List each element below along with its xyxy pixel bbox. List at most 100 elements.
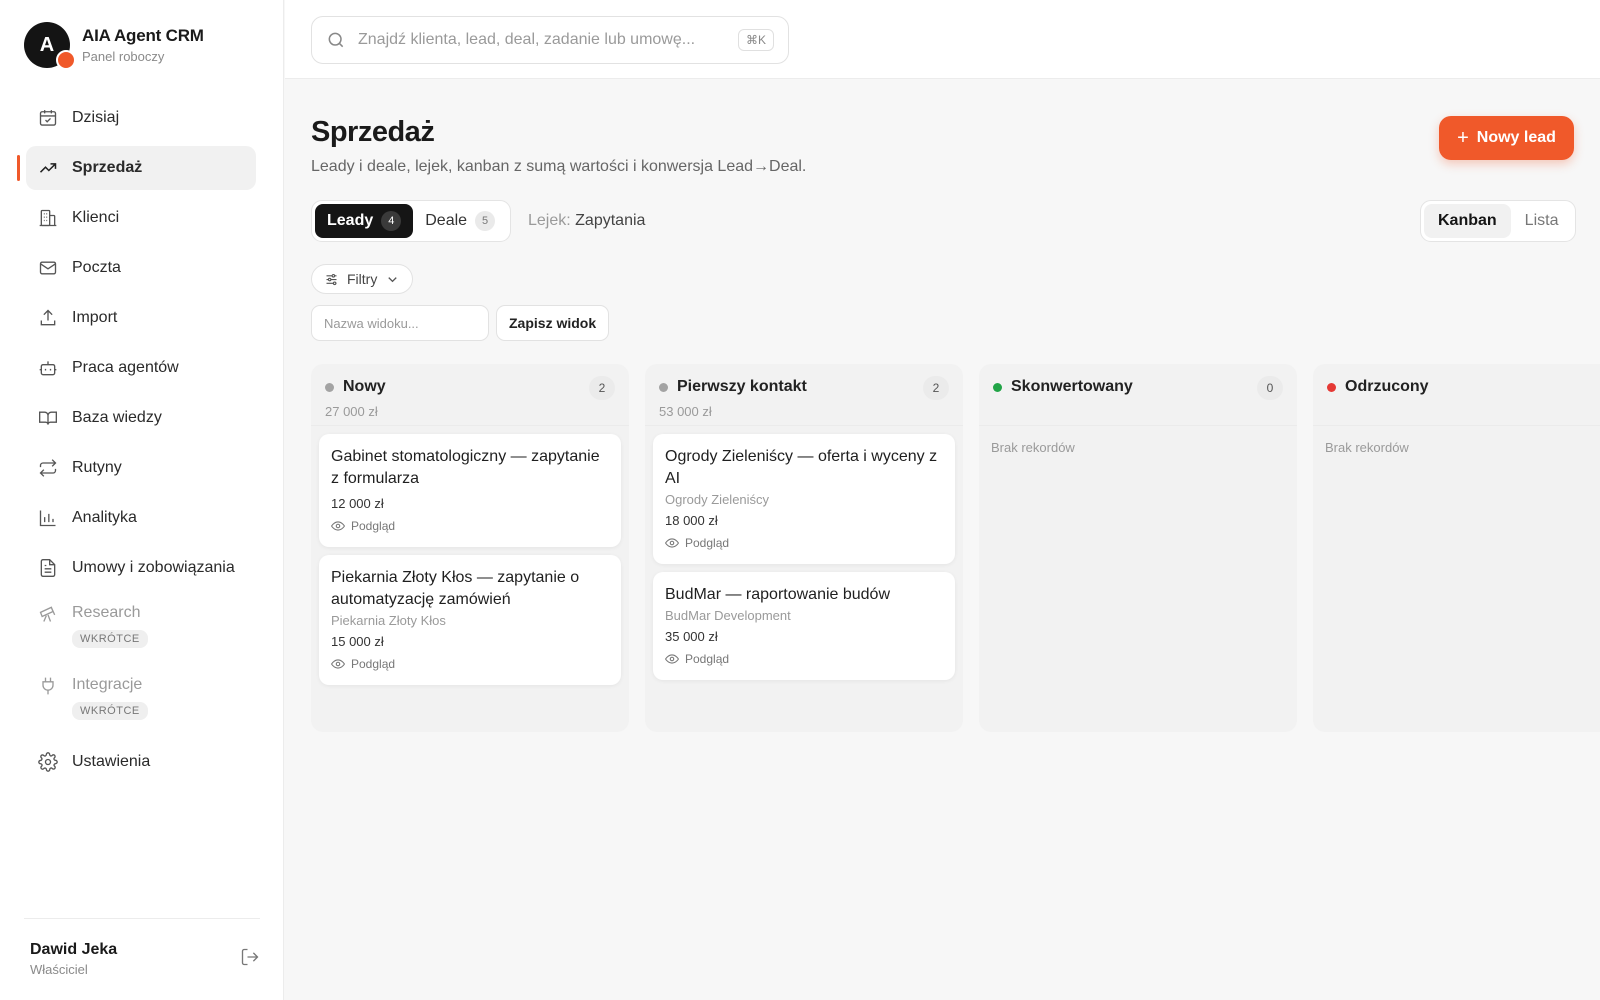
column-header: Skonwertowany 0: [979, 364, 1297, 426]
empty-state: Brak rekordów: [1325, 440, 1409, 455]
sidebar-item-label: Poczta: [72, 259, 121, 276]
lead-card[interactable]: Gabinet stomatologiczny — zapytanie z fo…: [319, 434, 621, 547]
preview-link[interactable]: Podgląd: [331, 519, 609, 533]
sidebar-item-sprzedaz[interactable]: Sprzedaż: [17, 146, 256, 190]
sidebar-item-label: Klienci: [72, 209, 120, 226]
brand-status-dot: [56, 50, 76, 70]
sidebar-item-integracje: Integracje WKRÓTCE: [26, 668, 256, 734]
funnel-selector[interactable]: Lejek: Zapytania: [528, 212, 645, 230]
view-list-button[interactable]: Lista: [1511, 204, 1573, 238]
sidebar-item-label: Integracje: [72, 676, 143, 693]
column-header: Pierwszy kontakt 2 53 000 zł: [645, 364, 963, 426]
book-icon: [39, 411, 57, 425]
preview-link[interactable]: Podgląd: [665, 536, 943, 550]
search-shortcut: ⌘K: [737, 29, 774, 51]
column-count: 2: [589, 376, 615, 400]
coming-soon-badge: WKRÓTCE: [72, 702, 148, 720]
card-value: 15 000 zł: [331, 634, 384, 649]
sidebar-item-baza-wiedzy[interactable]: Baza wiedzy: [26, 396, 256, 440]
page-title: Sprzedaż: [311, 116, 435, 148]
brand-avatar: A: [24, 22, 76, 70]
preview-link[interactable]: Podgląd: [665, 652, 943, 666]
brand-subtitle: Panel roboczy: [82, 49, 165, 64]
sidebar-item-analityka[interactable]: Analityka: [26, 496, 256, 540]
sidebar-item-research: Research WKRÓTCE: [26, 596, 256, 662]
calendar-icon: [39, 110, 57, 126]
tab-count: 4: [381, 211, 402, 231]
new-lead-button[interactable]: + Nowy lead: [1439, 116, 1574, 160]
sidebar-nav: Dzisiaj Sprzedaż Klienci Poczta Import P…: [17, 96, 256, 790]
tab-deale[interactable]: Deale 5: [413, 204, 507, 238]
view-kanban-button[interactable]: Kanban: [1424, 204, 1511, 238]
telescope-icon: [39, 606, 56, 622]
sidebar-item-import[interactable]: Import: [26, 296, 256, 340]
repeat-icon: [39, 459, 57, 477]
save-view-button[interactable]: Zapisz widok: [496, 305, 610, 341]
sidebar-item-label: Dzisiaj: [72, 109, 120, 126]
page-subtitle: Leady i deale, lejek, kanban z sumą wart…: [311, 158, 807, 175]
global-search[interactable]: ⌘K: [311, 16, 789, 64]
card-title: Piekarnia Złoty Kłos — zapytanie o autom…: [331, 569, 580, 608]
sidebar-item-rutyny[interactable]: Rutyny: [26, 446, 256, 490]
user-name: Dawid Jeka: [30, 941, 118, 958]
lead-card[interactable]: BudMar — raportowanie budów BudMar Devel…: [653, 572, 955, 680]
sidebar-item-label: Import: [72, 309, 118, 326]
eye-icon: [331, 659, 345, 669]
user-box: Dawid Jeka Właściciel: [24, 918, 260, 977]
column-count: 2: [923, 376, 949, 400]
card-value: 12 000 zł: [331, 496, 384, 511]
coming-soon-badge: WKRÓTCE: [72, 630, 148, 648]
card-company: BudMar Development: [665, 608, 791, 623]
user-role: Właściciel: [30, 962, 88, 977]
column-sum: 53 000 zł: [659, 404, 712, 419]
sidebar-item-klienci[interactable]: Klienci: [26, 196, 256, 240]
card-title: Ogrody Zieleniścy — oferta i wyceny z AI: [665, 448, 938, 487]
view-name-input[interactable]: [311, 305, 489, 341]
status-dot: [325, 382, 334, 392]
column-title: Pierwszy kontakt: [677, 378, 807, 395]
tab-leady[interactable]: Leady 4: [315, 204, 414, 238]
sidebar-item-umowy[interactable]: Umowy i zobowiązania: [26, 546, 256, 590]
sidebar-item-praca-agentow[interactable]: Praca agentów: [26, 346, 256, 390]
plug-icon: [42, 677, 54, 695]
status-dot: [993, 382, 1002, 392]
funnel-label: Lejek:: [528, 212, 571, 229]
sidebar-item-label: Analityka: [72, 509, 137, 526]
sidebar-item-label: Sprzedaż: [72, 159, 143, 176]
building-icon: [39, 209, 57, 227]
preview-link[interactable]: Podgląd: [331, 657, 609, 671]
sidebar-item-poczta[interactable]: Poczta: [26, 246, 256, 290]
preview-label: Podgląd: [351, 657, 396, 671]
column-title: Odrzucony: [1345, 378, 1429, 395]
lead-card[interactable]: Ogrody Zieleniścy — oferta i wyceny z AI…: [653, 434, 955, 564]
column-title: Nowy: [343, 378, 386, 395]
eye-icon: [665, 654, 679, 664]
sidebar-item-label: Umowy i zobowiązania: [72, 559, 235, 576]
search-input[interactable]: [358, 31, 738, 49]
card-title: BudMar — raportowanie budów: [665, 586, 891, 603]
brand[interactable]: A AIA Agent CRM Panel roboczy: [24, 22, 204, 70]
card-company: Piekarnia Złoty Kłos: [331, 613, 446, 628]
sidebar-item-ustawienia[interactable]: Ustawienia: [26, 740, 256, 784]
sidebar-item-dzisiaj[interactable]: Dzisiaj: [26, 96, 256, 140]
sidebar-item-label: Ustawienia: [72, 753, 151, 770]
mail-icon: [39, 261, 57, 275]
brand-initial: A: [39, 33, 55, 56]
card-title: Gabinet stomatologiczny — zapytanie z fo…: [331, 448, 600, 487]
search-icon: [328, 32, 344, 48]
kanban-column-skonwertowany: Skonwertowany 0 Brak rekordów: [979, 364, 1297, 732]
logout-icon[interactable]: [240, 947, 260, 972]
column-count: 0: [1257, 376, 1283, 400]
sidebar-item-label: Research: [72, 604, 141, 621]
lead-card[interactable]: Piekarnia Złoty Kłos — zapytanie o autom…: [319, 555, 621, 685]
sidebar-item-label: Praca agentów: [72, 359, 179, 376]
filters-button[interactable]: Filtry: [311, 264, 414, 294]
card-value: 35 000 zł: [665, 629, 718, 644]
bar-chart-icon: [39, 510, 56, 527]
funnel-value: Zapytania: [575, 212, 646, 229]
view-toggle: Kanban Lista: [1420, 200, 1577, 242]
column-header: Odrzucony: [1313, 364, 1600, 426]
kanban-column-nowy: Nowy 2 27 000 zł Gabinet stomatologiczny…: [311, 364, 629, 732]
status-dot: [659, 382, 668, 392]
eye-icon: [665, 538, 679, 548]
